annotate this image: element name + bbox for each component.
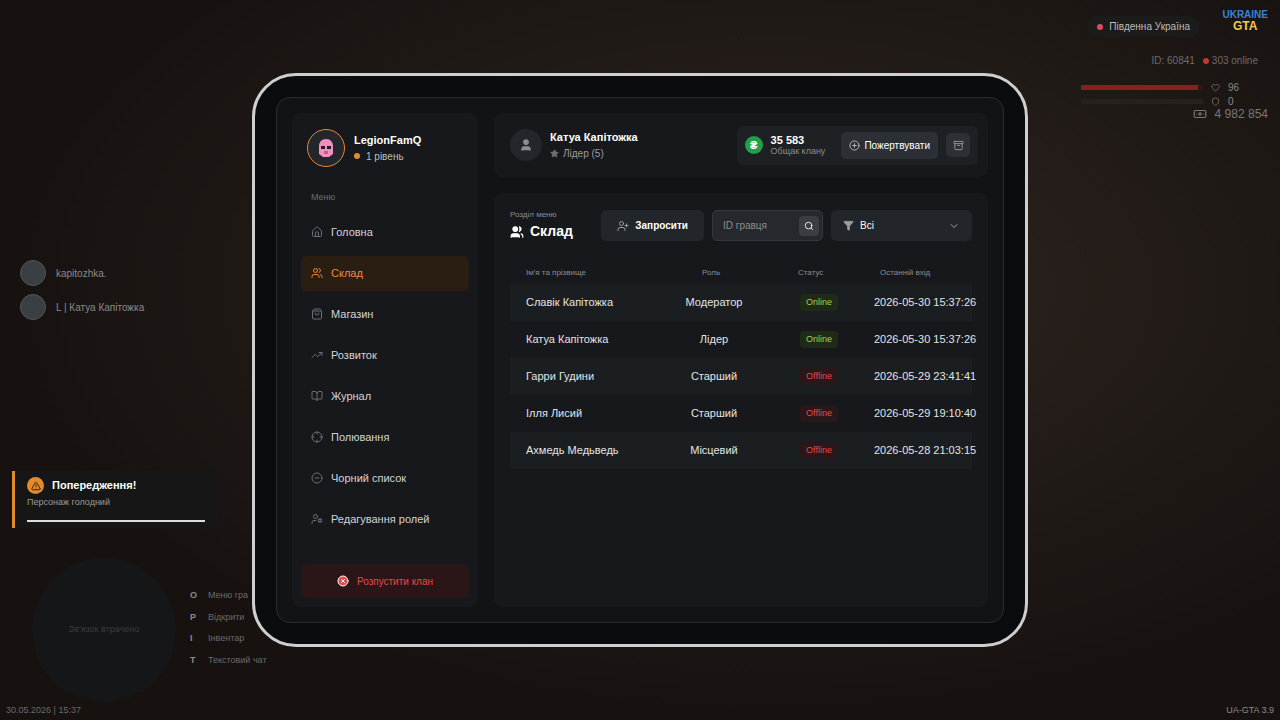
online-dot-icon: [1203, 58, 1209, 64]
armor-icon: [1211, 97, 1220, 106]
search-button[interactable]: [799, 216, 819, 236]
sidebar-item[interactable]: Склад: [301, 256, 469, 291]
server-badge: Південна Україна: [1087, 16, 1200, 37]
game-screen: Південна Україна UKRAINEGTA ID: 60841303 o…: [0, 0, 1280, 720]
status-badge: Offline: [800, 442, 838, 460]
user-plus-icon: [617, 220, 629, 232]
key-hint: TТекстовий чат: [190, 654, 267, 668]
health-bar: 96: [1081, 80, 1244, 95]
table-row[interactable]: Катуа КапітожкаЛідерOnline2026-05-30 15:…: [510, 321, 972, 358]
sidebar-item[interactable]: Магазин: [301, 297, 469, 332]
star-icon: [550, 149, 559, 158]
voice-chat: kapitozhka. L | Катуа Капітожка: [20, 260, 144, 320]
table-row[interactable]: Гарри ГудиниСтаршийOffline2026-05-29 23:…: [510, 358, 972, 395]
server-logo: UKRAINEGTA: [1222, 10, 1268, 32]
status-badge: Online: [800, 331, 838, 349]
sidebar-item[interactable]: Розвиток: [301, 338, 469, 373]
close-circle-icon: [337, 575, 349, 587]
search-icon: [804, 221, 814, 231]
users-icon: [510, 225, 524, 239]
status-badge: Offline: [800, 368, 838, 386]
version: UA-GTA 3.9: [1226, 704, 1274, 718]
sidebar-item[interactable]: Чорний список: [301, 461, 469, 496]
table-row[interactable]: Ахмедь МедьведьМісцевийOffline2026-05-28…: [510, 432, 972, 469]
hryvnia-icon: ₴: [745, 136, 763, 154]
player-info: ID: 60841303 online: [1151, 53, 1258, 68]
sidebar-item[interactable]: Полювання: [301, 420, 469, 455]
menu-icon: [311, 349, 323, 361]
avatar-icon: [20, 260, 46, 286]
balance-box: ₴35 583Общак клануПожертвувати: [737, 126, 978, 165]
key-hint: IІнвентар: [190, 632, 267, 646]
sidebar-item[interactable]: Редагування ролей: [301, 502, 469, 537]
helmet-icon: [315, 137, 337, 159]
level-dot-icon: [354, 153, 360, 159]
money-icon: [1193, 107, 1207, 121]
table-header: Ім'я та прізвищеРольСтатусОстанній вхід: [510, 262, 972, 284]
tablet: LegionFamQ1 рівеньМенюГоловнаСкладМагази…: [252, 73, 1028, 647]
header-card: Катуа КапітожкаЛідер (5) ₴35 583Общак кла…: [494, 113, 988, 177]
archive-icon: [953, 140, 964, 151]
user-icon: [519, 138, 533, 152]
members-table: Ім'я та прізвищеРольСтатусОстанній вхідС…: [510, 262, 972, 469]
sidebar: LegionFamQ1 рівеньМенюГоловнаСкладМагази…: [292, 113, 478, 607]
health-icon: [1211, 83, 1220, 92]
menu-icon: [311, 431, 323, 443]
status-badge: Online: [800, 294, 838, 312]
archive-button[interactable]: [946, 133, 970, 157]
avatar-icon: [20, 294, 46, 320]
datetime: 30.05.2026 | 15:37: [6, 704, 81, 718]
tablet-screen: LegionFamQ1 рівеньМенюГоловнаСкладМагази…: [276, 97, 1004, 623]
invite-button[interactable]: Запросити: [601, 210, 704, 241]
sidebar-item[interactable]: Журнал: [301, 379, 469, 414]
menu-icon: [311, 513, 323, 525]
server-dot-icon: [1097, 24, 1103, 30]
armor-bar: 0: [1081, 94, 1244, 109]
menu-icon: [311, 226, 323, 238]
filter-icon: [843, 220, 854, 231]
user-avatar: [510, 129, 542, 161]
menu-icon: [311, 390, 323, 402]
chevron-down-icon: [948, 220, 960, 232]
toolbar: Розділ менюСкладЗапроситиID гравцяВсі: [510, 209, 972, 242]
menu-icon: [311, 472, 323, 484]
minimap: Зв'язок втрачено: [32, 558, 176, 702]
voice-chat-item: kapitozhka.: [20, 260, 144, 286]
content-card: Розділ менюСкладЗапроситиID гравцяВсіІм'…: [494, 193, 988, 607]
status-badge: Offline: [800, 405, 838, 423]
disband-button[interactable]: Розпустити клан: [301, 564, 469, 598]
donate-button[interactable]: Пожертвувати: [841, 132, 938, 159]
warning-icon: [27, 477, 44, 494]
money: 4 982 854: [1193, 105, 1268, 123]
clan-avatar: [307, 129, 345, 167]
clan-info: LegionFamQ1 рівень: [301, 129, 469, 167]
search-field[interactable]: ID гравця: [712, 210, 823, 241]
table-row[interactable]: Ілля ЛисийСтаршийOffline2026-05-29 19:10…: [510, 395, 972, 432]
filter-dropdown[interactable]: Всі: [831, 210, 972, 241]
user-info: Катуа КапітожкаЛідер (5): [510, 129, 638, 161]
menu-icon: [311, 308, 323, 320]
plus-icon: [849, 140, 860, 151]
warning-notification: Попередження!Персонаж голодний: [12, 471, 217, 528]
menu-icon: [311, 267, 323, 279]
voice-chat-item: L | Катуа Капітожка: [20, 294, 144, 320]
sidebar-item[interactable]: Головна: [301, 215, 469, 250]
table-row[interactable]: Славік КапітожкаМодераторOnline2026-05-3…: [510, 284, 972, 321]
sidebar-menu: Головна Склад Магазин Розвиток Журнал Полюван…: [301, 215, 469, 537]
